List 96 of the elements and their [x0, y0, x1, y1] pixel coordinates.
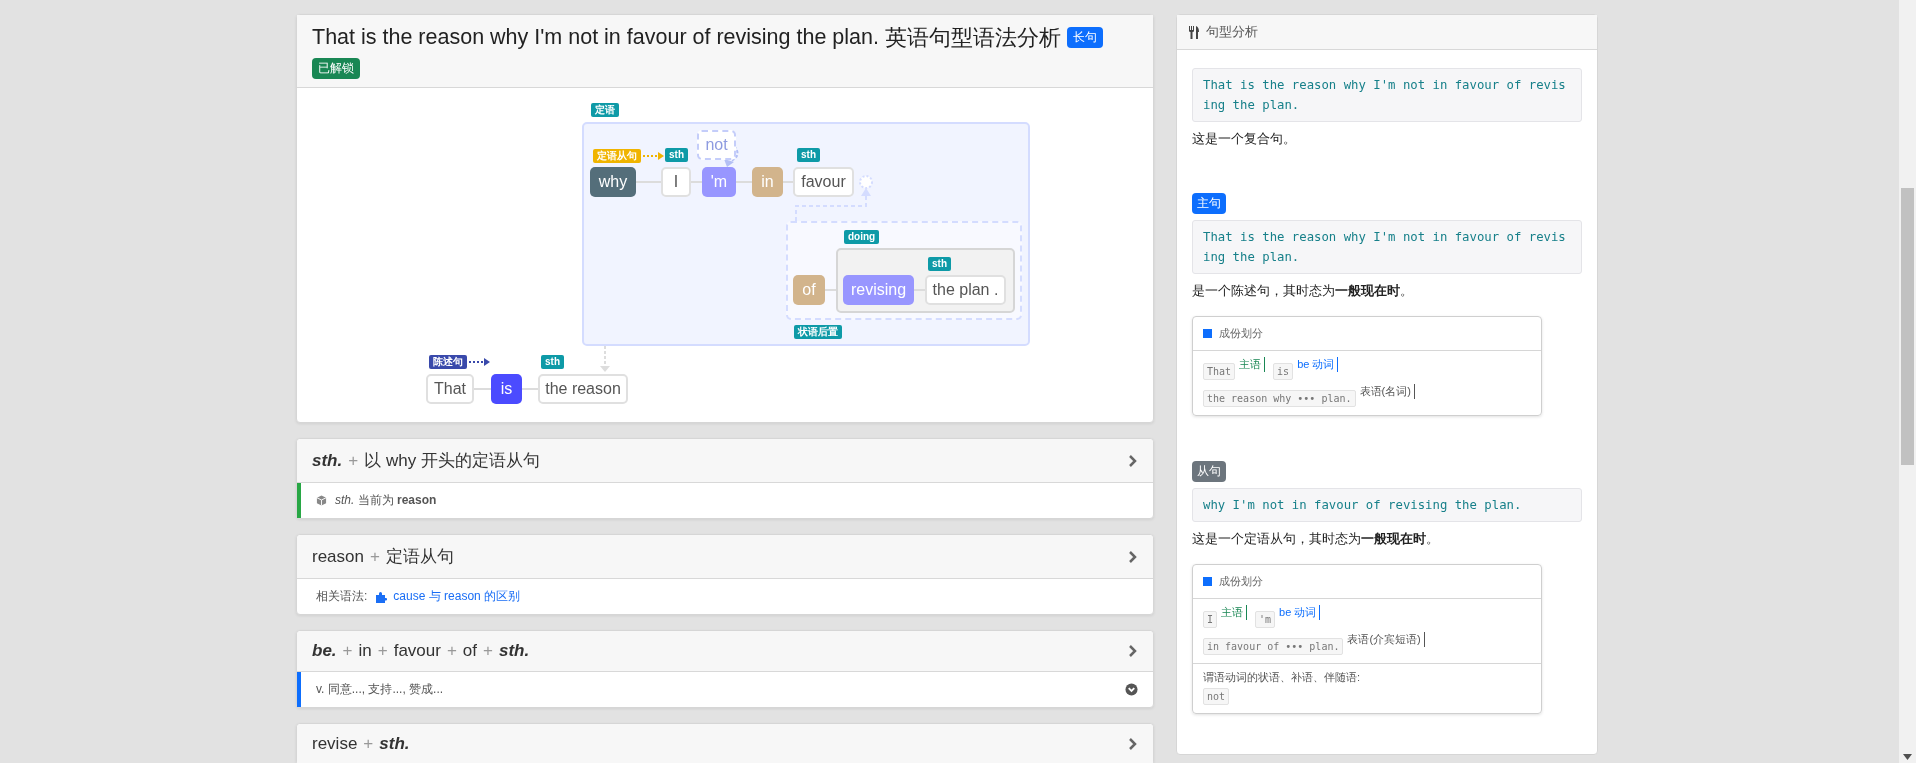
- pattern-part: in: [358, 641, 372, 661]
- role-label: 表语(名词): [1359, 384, 1415, 399]
- code-block: That is the reason why I'm not in favour of revising the plan.: [1192, 68, 1582, 122]
- word-node: the reason: [538, 374, 628, 404]
- pattern-part: +: [483, 641, 493, 661]
- connector-line: [690, 181, 703, 183]
- scrollbar[interactable]: [1899, 0, 1916, 763]
- grammar-tag: 定语: [591, 103, 619, 117]
- dashed-arrow: [600, 345, 610, 372]
- analysis-text: 是一个陈述句，其时态为一般现在时。: [1192, 282, 1414, 300]
- extra-label: 谓语动词的状语、补语、伴随语:: [1203, 670, 1362, 685]
- role-label: 表语(介宾短语): [1347, 632, 1425, 647]
- dotted-arrow-icon: [643, 151, 665, 161]
- connector-line: [521, 388, 539, 390]
- chevron-right-icon[interactable]: [1128, 549, 1138, 564]
- scrollbar-thumb[interactable]: [1901, 188, 1914, 465]
- pattern-part: +: [348, 451, 359, 471]
- chevron-right-icon[interactable]: [1128, 644, 1138, 658]
- analysis-text: 这是一个复合句。: [1192, 130, 1297, 148]
- pattern-part: revise: [312, 734, 358, 754]
- attachment-point: [859, 175, 873, 189]
- pattern-part: +: [446, 641, 457, 661]
- token-code: 'm: [1255, 611, 1276, 628]
- word-node: is: [491, 374, 522, 404]
- box-title: 成份划分: [1219, 326, 1263, 341]
- code-block: That is the reason why I'm not in favour of revising the plan.: [1192, 220, 1582, 274]
- pattern-part: of: [462, 641, 478, 661]
- token-code: I: [1203, 611, 1218, 628]
- grammar-tag: sth: [928, 257, 951, 271]
- clause-badge: 从句: [1192, 461, 1226, 482]
- word-node: why: [590, 167, 636, 197]
- pattern-part: 定语从句: [385, 546, 454, 568]
- word-node: favour: [793, 167, 854, 197]
- square-icon: [1203, 329, 1212, 338]
- puzzle-icon: [375, 590, 388, 603]
- pattern-part: sth.: [379, 734, 410, 754]
- grammar-tag: sth: [665, 148, 688, 162]
- sentence-title: That is the reason why I'm not in favour of revising the plan.: [312, 25, 879, 50]
- pattern-part: 以 why 开头的定语从句: [364, 450, 540, 472]
- word-node: 'm: [702, 167, 736, 197]
- fork-knife-icon: [1189, 25, 1200, 39]
- pattern-part: reason: [312, 547, 364, 567]
- token-code: That: [1203, 363, 1236, 380]
- token-code: in favour of ••• plan.: [1203, 638, 1344, 655]
- pattern-part: +: [342, 641, 353, 661]
- connector-line: [735, 181, 753, 183]
- meaning-text: v. 同意..., 支持..., 赞成...: [316, 681, 445, 698]
- related-label: 相关语法:: [316, 588, 368, 605]
- chevron-right-icon[interactable]: [1128, 453, 1138, 468]
- grammar-tag: 状语后置: [794, 325, 842, 339]
- word-node: That: [426, 374, 474, 404]
- pattern-part: be.: [312, 641, 337, 661]
- grammar-tag: 定语从句: [593, 149, 641, 163]
- page-subtitle: 英语句型语法分析: [885, 25, 1061, 52]
- code-block: why I'm not in favour of revising the plan.: [1192, 488, 1582, 522]
- pattern-part: sth.: [499, 641, 530, 661]
- status-badge: 已解锁: [312, 58, 360, 79]
- grammar-tag: 陈述句: [429, 355, 467, 369]
- pattern-part: +: [370, 547, 380, 567]
- connector-line: [473, 388, 492, 390]
- word-node: of: [793, 275, 825, 305]
- word-node: revising: [843, 275, 914, 305]
- token-code: not: [1203, 688, 1230, 705]
- analysis-text: 这是一个定语从句，其时态为一般现在时。: [1192, 530, 1440, 548]
- clause-badge: 主句: [1192, 193, 1226, 214]
- grammar-tag: sth: [541, 355, 564, 369]
- role-label: 主语: [1239, 357, 1266, 372]
- box-title: 成份划分: [1219, 574, 1263, 589]
- panel-title: 句型分析: [1206, 23, 1258, 41]
- grammar-tag: sth: [797, 148, 820, 162]
- cube-icon: [316, 495, 327, 506]
- word-node: in: [752, 167, 783, 197]
- pattern-part: +: [377, 641, 388, 661]
- dotted-arrow-icon: [469, 357, 491, 367]
- note-text: sth. 当前为 reason: [335, 492, 437, 509]
- token-code: is: [1273, 363, 1294, 380]
- grammar-tag: doing: [844, 230, 880, 244]
- role-label: be 动词: [1279, 605, 1321, 620]
- word-node: I: [661, 167, 691, 197]
- connector-line: [824, 289, 837, 291]
- pattern-part: sth.: [312, 451, 343, 471]
- expand-icon[interactable]: [1125, 683, 1138, 696]
- word-node: not: [697, 130, 736, 160]
- down-arrow-icon[interactable]: [1903, 754, 1912, 760]
- token-code: the reason why ••• plan.: [1203, 390, 1356, 407]
- status-badge: 长句: [1067, 27, 1103, 48]
- grammar-link[interactable]: cause 与 reason 的区别: [375, 588, 521, 605]
- connector-line: [635, 181, 662, 183]
- word-node: the plan .: [925, 275, 1006, 305]
- connector-line: [782, 181, 794, 183]
- square-icon: [1203, 577, 1212, 586]
- role-label: be 动词: [1297, 357, 1339, 372]
- role-label: 主语: [1221, 605, 1248, 620]
- pattern-part: +: [363, 734, 374, 754]
- chevron-right-icon[interactable]: [1128, 737, 1138, 751]
- pattern-part: favour: [393, 641, 441, 661]
